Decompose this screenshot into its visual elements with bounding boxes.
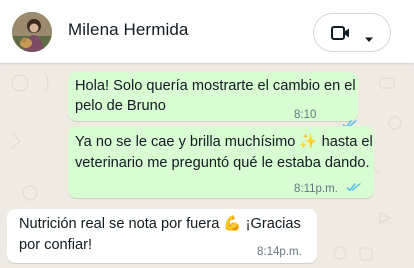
message-text: pelo de Bruno bbox=[75, 98, 166, 114]
video-camera-icon bbox=[331, 25, 351, 46]
contact-avatar[interactable] bbox=[12, 12, 52, 52]
chevron-down-icon[interactable] bbox=[364, 30, 374, 48]
chat-header: Milena Hermida bbox=[0, 0, 414, 63]
contact-name[interactable]: Milena Hermida bbox=[68, 20, 188, 40]
message-time: 8:14p.m. bbox=[257, 246, 302, 258]
message-time: 8:11p.m. bbox=[294, 183, 338, 195]
message-text: Ya no se le cae y brilla muchísimo ✨ has… bbox=[75, 134, 373, 150]
message-text: Nutrición real se nota por fuera 💪 ¡Grac… bbox=[19, 216, 301, 232]
message-text: por confiar! bbox=[19, 237, 93, 253]
message-bubble-outgoing[interactable]: Ya no se le cae y brilla muchísimo ✨ has… bbox=[68, 126, 374, 198]
message-text: Hola! Solo quería mostrarte el cambio en… bbox=[75, 78, 356, 94]
message-bubble-outgoing[interactable]: Hola! Solo quería mostrarte el cambio en… bbox=[68, 72, 358, 142]
message-meta: 8:11p.m. bbox=[294, 179, 362, 200]
double-check-icon bbox=[346, 179, 362, 200]
message-bubble-incoming[interactable]: Nutrición real se nota por fuera 💪 ¡Grac… bbox=[7, 209, 317, 263]
message-text: veterinario me preguntó qué le estaba da… bbox=[75, 155, 370, 171]
video-call-button[interactable] bbox=[313, 13, 391, 52]
message-meta: 8:14p.m. bbox=[257, 242, 302, 263]
